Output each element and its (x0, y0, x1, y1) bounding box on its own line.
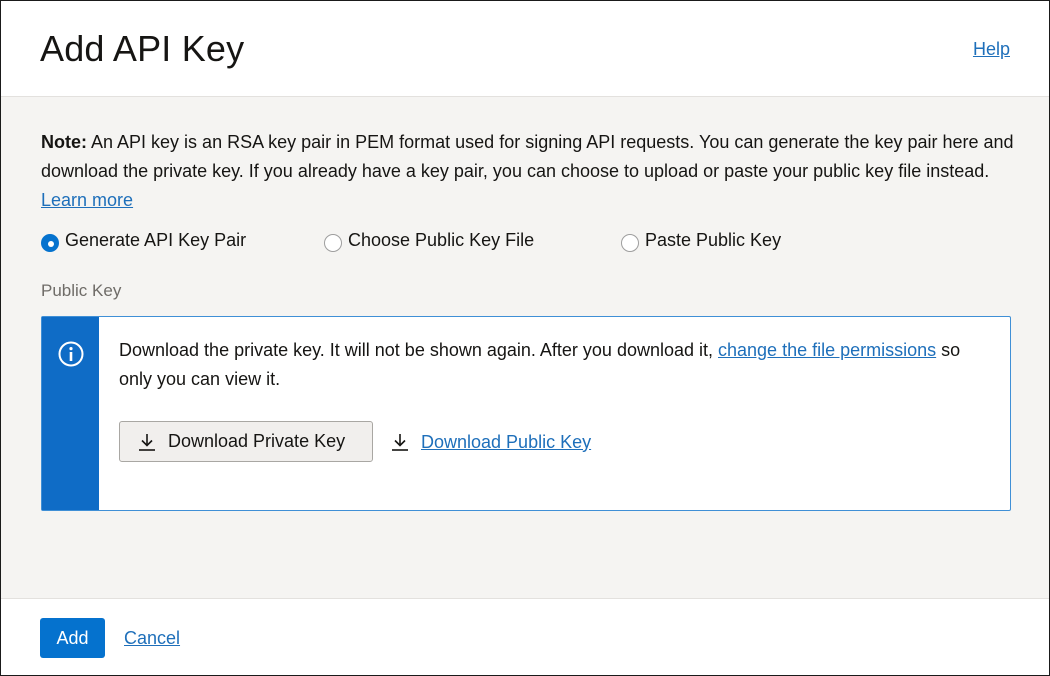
radio-checked-icon[interactable] (41, 233, 59, 252)
cancel-link[interactable]: Cancel (124, 628, 180, 649)
dialog-footer: Add Cancel (1, 598, 1049, 675)
note-text: An API key is an RSA key pair in PEM for… (41, 132, 1014, 181)
info-stripe (42, 317, 99, 510)
note-label: Note: (41, 132, 87, 152)
info-message-text: Download the private key. It will not be… (119, 336, 979, 394)
radio-generate-key-pair[interactable]: Generate API Key Pair (41, 230, 247, 252)
note-paragraph: Note: An API key is an RSA key pair in P… (41, 128, 1016, 215)
add-api-key-dialog: Add API Key Help Note: An API key is an … (0, 0, 1050, 676)
radio-label: Choose Public Key File (348, 230, 535, 250)
add-button[interactable]: Add (40, 618, 105, 658)
radio-label: Paste Public Key (645, 230, 782, 250)
info-text-before: Download the private key. It will not be… (119, 340, 719, 360)
change-file-permissions-link[interactable]: change the file permissions (718, 340, 936, 360)
download-arrow-icon (392, 434, 408, 451)
radio-paste-public-key[interactable]: Paste Public Key (621, 230, 782, 252)
help-link[interactable]: Help (973, 39, 1010, 60)
radio-unchecked-icon[interactable] (621, 233, 639, 252)
download-public-key-link[interactable]: Download Public Key (391, 427, 591, 457)
download-public-key-label[interactable]: Download Public Key (421, 432, 591, 453)
radio-unchecked-icon[interactable] (324, 233, 342, 252)
download-private-key-button[interactable]: Download Private Key (119, 421, 373, 462)
radio-choose-public-key-file[interactable]: Choose Public Key File (324, 230, 535, 252)
download-arrow-icon (139, 433, 155, 451)
radio-label: Generate API Key Pair (65, 230, 247, 250)
info-circle-icon (58, 341, 84, 367)
download-private-key-label: Download Private Key (168, 431, 346, 451)
dialog-header: Add API Key Help (1, 1, 1049, 97)
public-key-label: Public Key (41, 281, 122, 300)
page-title: Add API Key (40, 28, 245, 69)
info-message-box: Download the private key. It will not be… (41, 316, 1011, 511)
learn-more-link[interactable]: Learn more (41, 190, 133, 210)
